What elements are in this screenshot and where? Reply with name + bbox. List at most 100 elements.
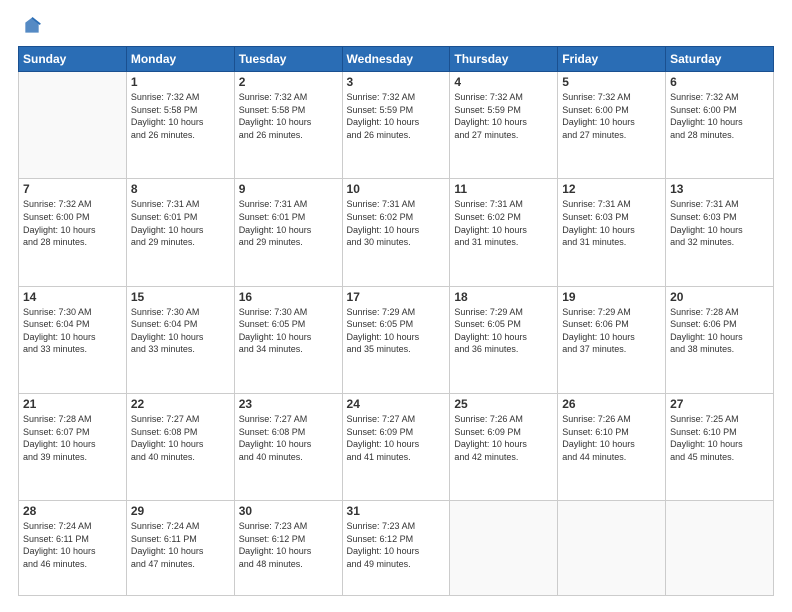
day-info: Sunrise: 7:26 AMSunset: 6:09 PMDaylight:… [454,413,553,463]
calendar-cell: 23 Sunrise: 7:27 AMSunset: 6:08 PMDayligh… [234,393,342,500]
calendar-cell: 17 Sunrise: 7:29 AMSunset: 6:05 PMDayligh… [342,286,450,393]
day-info: Sunrise: 7:30 AMSunset: 6:05 PMDaylight:… [239,306,338,356]
logo-icon [22,16,42,36]
day-number: 29 [131,504,230,518]
day-info: Sunrise: 7:32 AMSunset: 6:00 PMDaylight:… [562,91,661,141]
day-number: 21 [23,397,122,411]
weekday-header-friday: Friday [558,47,666,72]
day-info: Sunrise: 7:27 AMSunset: 6:08 PMDaylight:… [239,413,338,463]
calendar-week-2: 7 Sunrise: 7:32 AMSunset: 6:00 PMDaylight… [19,179,774,286]
day-info: Sunrise: 7:24 AMSunset: 6:11 PMDaylight:… [131,520,230,570]
day-number: 1 [131,75,230,89]
day-number: 28 [23,504,122,518]
day-number: 22 [131,397,230,411]
day-number: 11 [454,182,553,196]
day-number: 2 [239,75,338,89]
day-number: 5 [562,75,661,89]
calendar-cell [19,72,127,179]
calendar-cell: 25 Sunrise: 7:26 AMSunset: 6:09 PMDayligh… [450,393,558,500]
day-number: 13 [670,182,769,196]
calendar-cell: 31 Sunrise: 7:23 AMSunset: 6:12 PMDayligh… [342,501,450,596]
calendar-cell: 22 Sunrise: 7:27 AMSunset: 6:08 PMDayligh… [126,393,234,500]
day-info: Sunrise: 7:27 AMSunset: 6:09 PMDaylight:… [347,413,446,463]
weekday-header-saturday: Saturday [666,47,774,72]
logo [18,16,44,36]
day-info: Sunrise: 7:31 AMSunset: 6:01 PMDaylight:… [131,198,230,248]
calendar-cell: 11 Sunrise: 7:31 AMSunset: 6:02 PMDayligh… [450,179,558,286]
day-info: Sunrise: 7:32 AMSunset: 6:00 PMDaylight:… [670,91,769,141]
day-number: 9 [239,182,338,196]
day-info: Sunrise: 7:32 AMSunset: 5:58 PMDaylight:… [131,91,230,141]
calendar-week-4: 21 Sunrise: 7:28 AMSunset: 6:07 PMDayligh… [19,393,774,500]
calendar-cell: 7 Sunrise: 7:32 AMSunset: 6:00 PMDaylight… [19,179,127,286]
calendar-cell: 30 Sunrise: 7:23 AMSunset: 6:12 PMDayligh… [234,501,342,596]
calendar-cell: 2 Sunrise: 7:32 AMSunset: 5:58 PMDaylight… [234,72,342,179]
calendar-cell: 15 Sunrise: 7:30 AMSunset: 6:04 PMDayligh… [126,286,234,393]
weekday-header-thursday: Thursday [450,47,558,72]
calendar-cell [558,501,666,596]
day-number: 30 [239,504,338,518]
calendar-week-5: 28 Sunrise: 7:24 AMSunset: 6:11 PMDayligh… [19,501,774,596]
day-info: Sunrise: 7:31 AMSunset: 6:02 PMDaylight:… [347,198,446,248]
weekday-header-tuesday: Tuesday [234,47,342,72]
day-info: Sunrise: 7:23 AMSunset: 6:12 PMDaylight:… [347,520,446,570]
day-number: 17 [347,290,446,304]
calendar-cell: 9 Sunrise: 7:31 AMSunset: 6:01 PMDaylight… [234,179,342,286]
calendar-cell: 27Sunrise: 7:25 AMSunset: 6:10 PMDayligh… [666,393,774,500]
day-number: 19 [562,290,661,304]
day-info: Sunrise: 7:28 AMSunset: 6:07 PMDaylight:… [23,413,122,463]
day-number: 7 [23,182,122,196]
calendar-cell: 20Sunrise: 7:28 AMSunset: 6:06 PMDayligh… [666,286,774,393]
calendar-cell: 29 Sunrise: 7:24 AMSunset: 6:11 PMDayligh… [126,501,234,596]
day-info: Sunrise: 7:28 AMSunset: 6:06 PMDaylight:… [670,306,769,356]
day-info: Sunrise: 7:27 AMSunset: 6:08 PMDaylight:… [131,413,230,463]
weekday-header-wednesday: Wednesday [342,47,450,72]
day-number: 14 [23,290,122,304]
day-info: Sunrise: 7:30 AMSunset: 6:04 PMDaylight:… [131,306,230,356]
day-info: Sunrise: 7:26 AMSunset: 6:10 PMDaylight:… [562,413,661,463]
day-info: Sunrise: 7:31 AMSunset: 6:01 PMDaylight:… [239,198,338,248]
calendar-cell: 16 Sunrise: 7:30 AMSunset: 6:05 PMDayligh… [234,286,342,393]
day-info: Sunrise: 7:29 AMSunset: 6:06 PMDaylight:… [562,306,661,356]
calendar-cell: 5 Sunrise: 7:32 AMSunset: 6:00 PMDaylight… [558,72,666,179]
calendar-cell: 10 Sunrise: 7:31 AMSunset: 6:02 PMDayligh… [342,179,450,286]
calendar-cell: 26 Sunrise: 7:26 AMSunset: 6:10 PMDayligh… [558,393,666,500]
day-number: 16 [239,290,338,304]
day-info: Sunrise: 7:30 AMSunset: 6:04 PMDaylight:… [23,306,122,356]
calendar-cell: 12 Sunrise: 7:31 AMSunset: 6:03 PMDayligh… [558,179,666,286]
day-number: 10 [347,182,446,196]
calendar-week-1: 1 Sunrise: 7:32 AMSunset: 5:58 PMDaylight… [19,72,774,179]
day-info: Sunrise: 7:31 AMSunset: 6:03 PMDaylight:… [670,198,769,248]
calendar-cell: 28 Sunrise: 7:24 AMSunset: 6:11 PMDayligh… [19,501,127,596]
calendar-cell: 19 Sunrise: 7:29 AMSunset: 6:06 PMDayligh… [558,286,666,393]
day-info: Sunrise: 7:29 AMSunset: 6:05 PMDaylight:… [347,306,446,356]
day-info: Sunrise: 7:32 AMSunset: 5:58 PMDaylight:… [239,91,338,141]
calendar-cell: 6 Sunrise: 7:32 AMSunset: 6:00 PMDaylight… [666,72,774,179]
day-number: 4 [454,75,553,89]
day-info: Sunrise: 7:25 AMSunset: 6:10 PMDaylight:… [670,413,769,463]
day-number: 12 [562,182,661,196]
day-number: 18 [454,290,553,304]
day-number: 6 [670,75,769,89]
calendar-cell: 1 Sunrise: 7:32 AMSunset: 5:58 PMDaylight… [126,72,234,179]
day-number: 23 [239,397,338,411]
weekday-header-sunday: Sunday [19,47,127,72]
day-number: 25 [454,397,553,411]
weekday-header-monday: Monday [126,47,234,72]
day-number: 15 [131,290,230,304]
day-info: Sunrise: 7:31 AMSunset: 6:02 PMDaylight:… [454,198,553,248]
day-info: Sunrise: 7:31 AMSunset: 6:03 PMDaylight:… [562,198,661,248]
day-number: 31 [347,504,446,518]
day-number: 24 [347,397,446,411]
day-info: Sunrise: 7:32 AMSunset: 6:00 PMDaylight:… [23,198,122,248]
calendar-cell: 14 Sunrise: 7:30 AMSunset: 6:04 PMDayligh… [19,286,127,393]
day-info: Sunrise: 7:29 AMSunset: 6:05 PMDaylight:… [454,306,553,356]
day-info: Sunrise: 7:23 AMSunset: 6:12 PMDaylight:… [239,520,338,570]
calendar-cell: 3Sunrise: 7:32 AMSunset: 5:59 PMDaylight… [342,72,450,179]
day-info: Sunrise: 7:32 AMSunset: 5:59 PMDaylight:… [454,91,553,141]
calendar-cell: 4 Sunrise: 7:32 AMSunset: 5:59 PMDaylight… [450,72,558,179]
day-info: Sunrise: 7:24 AMSunset: 6:11 PMDaylight:… [23,520,122,570]
calendar-cell [666,501,774,596]
day-number: 26 [562,397,661,411]
calendar-week-3: 14 Sunrise: 7:30 AMSunset: 6:04 PMDayligh… [19,286,774,393]
